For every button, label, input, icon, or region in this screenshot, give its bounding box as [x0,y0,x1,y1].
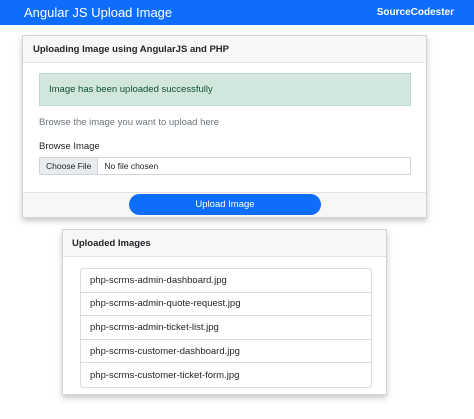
list-item: php-scrms-admin-ticket-list.jpg [81,316,371,340]
no-file-text: No file chosen [104,161,159,171]
upload-card-title: Uploading Image using AngularJS and PHP [23,36,426,63]
upload-card-footer: Upload Image [23,192,426,217]
navbar-brand[interactable]: Angular JS Upload Image [24,5,172,20]
list-item: php-scrms-customer-ticket-form.jpg [90,369,240,381]
upload-card: Uploading Image using AngularJS and PHP … [22,35,427,218]
file-input[interactable]: Choose File No file chosen [39,157,411,175]
list-item: php-scrms-admin-dashboard.jpg [81,269,371,293]
uploaded-images-title: Uploaded Images [63,230,386,257]
upload-image-button[interactable]: Upload Image [129,194,321,215]
list-item: php-scrms-customer-dashboard.jpg [81,340,371,364]
success-alert: Image has been uploaded successfully [39,73,411,106]
uploaded-images-list: php-scrms-admin-dashboard.jpg php-scrms-… [80,268,372,388]
browse-image-label: Browse Image [39,141,100,152]
navbar: Angular JS Upload Image SourceCodester [0,0,474,25]
upload-help-text: Browse the image you want to upload here [39,117,220,128]
navbar-right-text[interactable]: SourceCodester [377,7,454,18]
choose-file-button[interactable]: Choose File [40,158,99,174]
uploaded-images-card: Uploaded Images php-scrms-admin-dashboar… [62,229,387,395]
list-item: php-scrms-admin-quote-request.jpg [81,293,371,317]
